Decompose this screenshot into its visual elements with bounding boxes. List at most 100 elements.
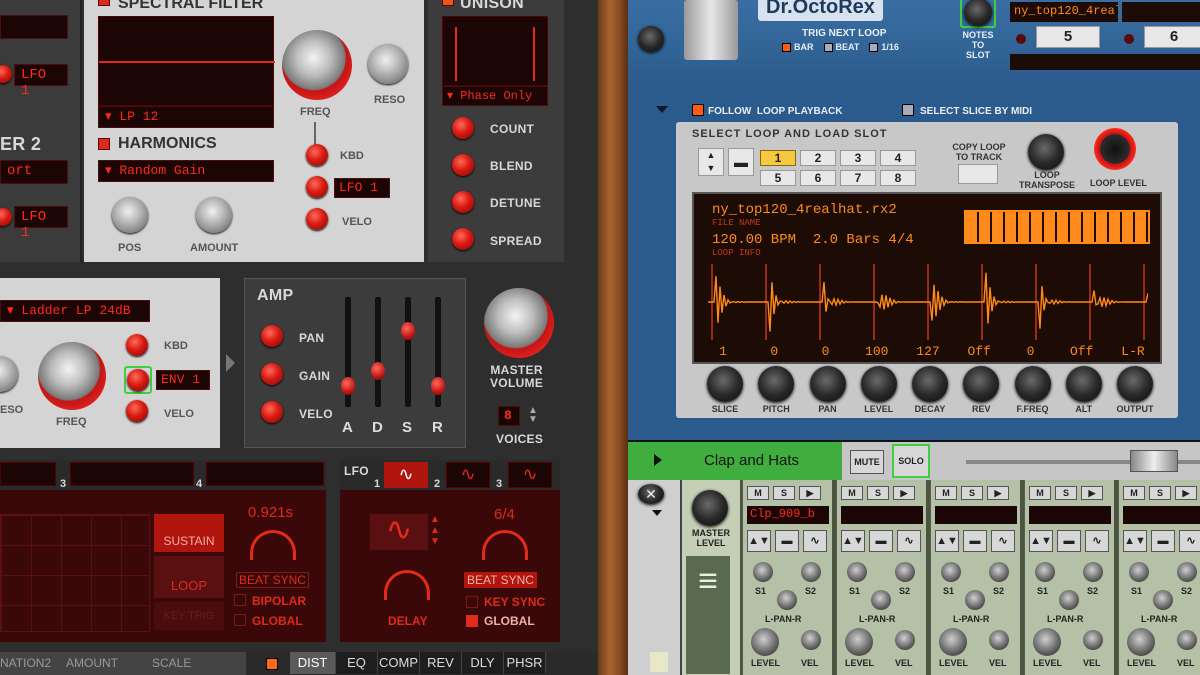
lfo-tab-1[interactable]: ∿	[384, 462, 428, 488]
channel-btn-0[interactable]: M	[1029, 486, 1051, 500]
loop-transpose-knob[interactable]	[1028, 134, 1064, 170]
channel-name-lcd[interactable]	[1123, 506, 1200, 524]
rev-knob[interactable]	[963, 366, 1000, 402]
unison-mode[interactable]: ▾ Phase Only	[442, 86, 548, 106]
mod-knob-small-2[interactable]	[0, 208, 12, 226]
env-tab-3-shape[interactable]	[70, 462, 194, 486]
decay-knob[interactable]	[912, 366, 948, 402]
solo-button[interactable]: SOLO	[892, 444, 930, 478]
slice-knob[interactable]	[707, 366, 743, 402]
lfo-rate-knob[interactable]	[482, 530, 528, 560]
channel-tool-1[interactable]: ▬	[963, 530, 987, 552]
rex-fader[interactable]	[684, 0, 738, 60]
spectral-filter-led[interactable]	[98, 0, 110, 6]
send2-knob[interactable]	[989, 562, 1009, 582]
rex-waveform-display[interactable]: ny_top120_4realhat.rx2 FILE NAME 120.00 …	[692, 192, 1162, 364]
fx-tab-dist[interactable]: DIST	[290, 652, 336, 674]
channel-tool-1[interactable]: ▬	[869, 530, 893, 552]
channel-tool-2[interactable]: ∿	[897, 530, 921, 552]
gain-knob[interactable]	[261, 363, 283, 385]
osc2-mode[interactable]: ort	[0, 160, 68, 184]
adsr-track-s[interactable]	[405, 297, 411, 407]
send1-knob[interactable]	[753, 562, 773, 582]
pan-knob[interactable]	[965, 590, 985, 610]
lfo-amount-knob[interactable]	[306, 176, 328, 198]
filter-kbd-knob[interactable]	[126, 334, 148, 356]
channel-tool-0[interactable]: ▲▼	[935, 530, 959, 552]
channel-btn-1[interactable]: S	[773, 486, 795, 500]
env-tab-3[interactable]: 3	[60, 478, 66, 490]
mixer-close-icon[interactable]: ✕	[638, 484, 664, 504]
adsr-handle-a[interactable]	[341, 377, 355, 395]
master-volume-knob[interactable]	[484, 288, 554, 358]
send1-knob[interactable]	[1129, 562, 1149, 582]
level-knob[interactable]	[860, 366, 897, 402]
vel-knob[interactable]	[801, 630, 821, 650]
pitch-knob[interactable]	[758, 366, 795, 402]
key-sync-checkbox[interactable]	[466, 596, 478, 608]
channel-tool-1[interactable]: ▬	[1151, 530, 1175, 552]
filter-velo-knob[interactable]	[126, 400, 148, 422]
harmonics-mode[interactable]: ▾ Random Gain	[98, 160, 274, 182]
rex-patch-name[interactable]: ny_top120_4realh	[1010, 2, 1118, 22]
track-expand-icon[interactable]	[654, 454, 662, 466]
env-tab-4[interactable]: 4	[196, 478, 202, 490]
reso-knob[interactable]	[368, 44, 408, 84]
env-rate-knob[interactable]	[250, 530, 296, 560]
channel-btn-2[interactable]: ▶	[1081, 486, 1103, 500]
send2-knob[interactable]	[801, 562, 821, 582]
spectral-freq-knob[interactable]	[282, 30, 352, 100]
vel-knob[interactable]	[895, 630, 915, 650]
count-knob[interactable]	[452, 117, 474, 139]
bipolar-checkbox[interactable]	[234, 594, 246, 606]
master-level-knob[interactable]	[692, 490, 728, 526]
channel-btn-2[interactable]: ▶	[987, 486, 1009, 500]
fx-tab-phsr[interactable]: PHSR	[504, 652, 546, 674]
trig-option-1[interactable]: BEAT	[823, 42, 859, 52]
unison-led[interactable]	[442, 0, 454, 6]
slot5-button[interactable]: 5	[1036, 26, 1100, 48]
level-knob[interactable]	[845, 628, 873, 656]
env-amount-knob[interactable]	[124, 366, 152, 394]
lfo-dest-a[interactable]: LFO 1	[14, 64, 68, 99]
lfo-tab-3-num[interactable]: 3	[496, 478, 502, 490]
slot-button-3[interactable]: 3	[840, 150, 876, 166]
adsr-handle-d[interactable]	[371, 362, 385, 380]
pan-knob[interactable]	[777, 590, 797, 610]
slot-button-8[interactable]: 8	[880, 170, 916, 186]
blend-knob[interactable]	[452, 154, 474, 176]
channel-name-lcd[interactable]	[841, 506, 923, 524]
voices-stepper-icon[interactable]: ▲ ▼	[528, 406, 538, 425]
select-slice-checkbox[interactable]	[902, 104, 914, 116]
lfo-wave-stepper-icon[interactable]: ▲ ▲ ▼	[430, 514, 440, 547]
adsr-handle-s[interactable]	[401, 322, 415, 340]
pan-knob[interactable]	[809, 366, 846, 402]
channel-tool-1[interactable]: ▬	[775, 530, 799, 552]
slot-button-4[interactable]: 4	[880, 150, 916, 166]
waveform[interactable]	[708, 264, 1148, 340]
harmonics-led[interactable]	[98, 138, 110, 150]
kbd-knob[interactable]	[306, 144, 328, 166]
spectral-filter-mode[interactable]: ▾ LP 12	[98, 106, 274, 128]
pan-knob[interactable]	[261, 325, 283, 347]
trig-option-2[interactable]: 1/16	[869, 42, 899, 52]
level-knob[interactable]	[751, 628, 779, 656]
velo-knob[interactable]	[306, 208, 328, 230]
vel-knob[interactable]	[989, 630, 1009, 650]
send1-knob[interactable]	[847, 562, 867, 582]
channel-tool-0[interactable]: ▲▼	[1029, 530, 1053, 552]
loop-button[interactable]: LOOP	[154, 556, 224, 598]
detune-knob[interactable]	[452, 191, 474, 213]
pan-knob[interactable]	[871, 590, 891, 610]
track-header[interactable]: Clap and Hats	[628, 442, 842, 480]
channel-btn-0[interactable]: M	[935, 486, 957, 500]
channel-tool-1[interactable]: ▬	[1057, 530, 1081, 552]
voices-display[interactable]: 8	[498, 406, 520, 426]
key-trig-button[interactable]: KEY TRIG	[154, 602, 224, 630]
ffreq-knob[interactable]	[1014, 366, 1051, 402]
fx-tab-eq[interactable]: EQ	[336, 652, 378, 674]
pan-knob[interactable]	[1153, 590, 1173, 610]
env-tab-4-shape[interactable]	[206, 462, 324, 486]
slot-button-7[interactable]: 7	[840, 170, 876, 186]
amp-velo-knob[interactable]	[261, 401, 283, 423]
